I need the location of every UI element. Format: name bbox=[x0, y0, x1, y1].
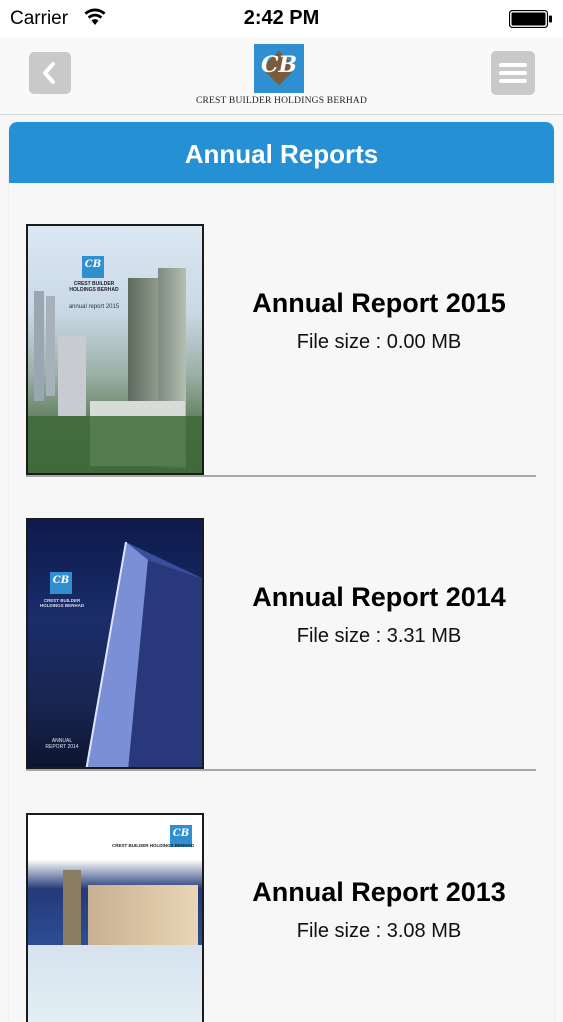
reports-card: Annual Reports CB CREST BUILDER HOLDINGS… bbox=[9, 122, 554, 1022]
cover-logo: CB bbox=[82, 256, 104, 278]
cover-building bbox=[58, 336, 86, 416]
hamburger-menu-icon bbox=[499, 63, 527, 67]
cover-road bbox=[28, 945, 202, 1022]
cover-building bbox=[88, 885, 198, 945]
report-cover-2013[interactable]: CB CREST BUILDER HOLDINGS BERHAD bbox=[26, 813, 204, 1022]
menu-line bbox=[499, 79, 527, 83]
divider bbox=[26, 769, 536, 771]
card-header: Annual Reports bbox=[9, 122, 554, 183]
report-cover-2014[interactable]: CB CREST BUILDER HOLDINGS BERHAD ANNUAL … bbox=[26, 518, 204, 769]
report-file-size: File size : 3.31 MB bbox=[296, 625, 462, 647]
report-title[interactable]: Annual Report 2013 bbox=[204, 877, 554, 908]
cover-company: CREST BUILDER HOLDINGS BERHAD bbox=[69, 281, 119, 293]
report-title[interactable]: Annual Report 2014 bbox=[204, 582, 554, 613]
status-bar: Carrier 2:42 PM bbox=[0, 0, 563, 38]
battery-icon bbox=[509, 10, 552, 28]
cover-building bbox=[63, 870, 81, 950]
report-item-2015[interactable]: CB CREST BUILDER HOLDINGS BERHAD annual … bbox=[9, 183, 554, 477]
cover-tower bbox=[85, 541, 202, 767]
report-file-size: File size : 0.00 MB bbox=[296, 331, 462, 353]
report-cover-2015[interactable]: CB CREST BUILDER HOLDINGS BERHAD annual … bbox=[26, 224, 204, 475]
clock: 2:42 PM bbox=[243, 7, 320, 29]
page-title: Annual Reports bbox=[184, 139, 379, 169]
company-logo: CB bbox=[254, 44, 304, 93]
report-file-size: File size : 3.08 MB bbox=[296, 920, 462, 942]
report-title[interactable]: Annual Report 2015 bbox=[204, 288, 554, 319]
menu-button[interactable] bbox=[491, 51, 535, 95]
cover-building bbox=[46, 296, 55, 396]
chevron-left-icon bbox=[43, 62, 55, 84]
navigation-bar: CB CREST BUILDER HOLDINGS BERHAD bbox=[0, 38, 563, 115]
report-item-2014[interactable]: CB CREST BUILDER HOLDINGS BERHAD ANNUAL … bbox=[9, 477, 554, 771]
cover-building bbox=[34, 291, 44, 401]
report-item-2013[interactable]: CB CREST BUILDER HOLDINGS BERHAD Annual … bbox=[9, 772, 554, 1022]
cover-subtitle: annual report 2015 bbox=[68, 304, 120, 310]
cover-foliage bbox=[28, 416, 202, 473]
cover-company: CREST BUILDER HOLDINGS BERHAD bbox=[111, 843, 194, 848]
logo-letters: CB bbox=[260, 52, 298, 78]
company-name: CREST BUILDER HOLDINGS BERHAD bbox=[195, 96, 368, 106]
menu-line bbox=[499, 71, 527, 75]
back-button[interactable] bbox=[29, 52, 71, 94]
